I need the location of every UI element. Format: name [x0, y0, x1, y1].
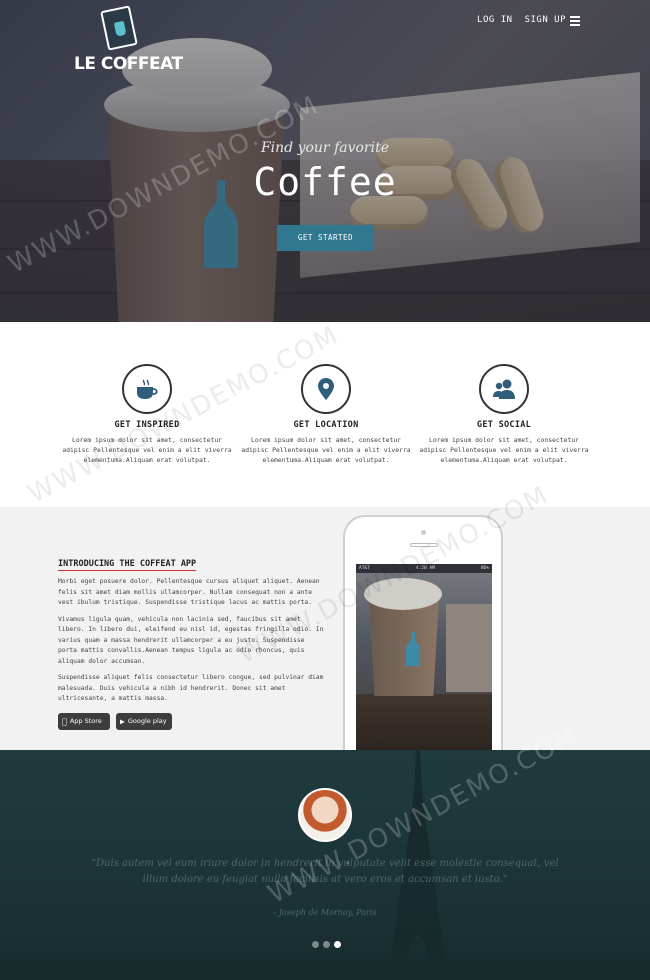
- feature-social: GET SOCIAL Lorem ipsum dolor sit amet, c…: [409, 364, 599, 465]
- testimonial-author: - Joseph de Mornay, Paris: [273, 908, 377, 917]
- phone-status-bar: AT&T 4:20 AM 86%: [356, 564, 492, 573]
- carousel-dot[interactable]: [312, 941, 319, 948]
- feature-description: Lorem ipsum dolor sit amet, consectetur …: [419, 436, 589, 464]
- hero-section: LE COFFEAT LOG IN SIGN UP Find your favo…: [0, 0, 650, 322]
- top-navigation: LOG IN SIGN UP: [477, 15, 582, 25]
- app-paragraph: Suspendisse aliquet felis consectetur li…: [58, 674, 324, 702]
- brand-logo-text: LE COFFEAT: [74, 54, 183, 74]
- testimonial-avatar: [298, 788, 352, 842]
- testimonial-section: "Duis autem vel eum iriure dolor in hend…: [0, 750, 650, 980]
- phone-mockup: AT&T 4:20 AM 86%: [343, 515, 503, 750]
- coffee-cup-icon: [137, 379, 158, 399]
- feature-description: Lorem ipsum dolor sit amet, consectetur …: [62, 436, 232, 464]
- phone-cup-lid: [364, 578, 442, 610]
- phone-screen: AT&T 4:20 AM 86%: [356, 564, 492, 750]
- feature-title: GET LOCATION: [293, 420, 359, 430]
- phone-camera: [421, 530, 426, 535]
- hero-title: Coffee: [253, 160, 397, 204]
- app-store-button[interactable]:  App Store: [58, 712, 110, 730]
- feature-icon-circle: [301, 364, 351, 414]
- phone-carrier: AT&T: [359, 566, 370, 571]
- feature-icon-circle: [479, 364, 529, 414]
- carousel-dot-active[interactable]: [334, 941, 341, 948]
- phone-pastry-box: [446, 604, 492, 692]
- signup-link[interactable]: SIGN UP: [525, 15, 566, 25]
- store-badges:  App Store ▶ Google play: [58, 712, 326, 730]
- phone-battery: 86%: [480, 566, 489, 571]
- feature-location: GET LOCATION Lorem ipsum dolor sit amet,…: [231, 364, 421, 465]
- phone-speaker: [410, 543, 438, 547]
- coffee-badge-icon: [100, 5, 138, 51]
- google-play-button[interactable]: ▶ Google play: [116, 712, 172, 730]
- phone-time: 4:20 AM: [415, 566, 435, 571]
- location-pin-icon: [318, 378, 334, 400]
- feature-inspired: GET INSPIRED Lorem ipsum dolor sit amet,…: [52, 364, 242, 465]
- feature-title: GET INSPIRED: [114, 420, 180, 430]
- city-skyline: [0, 920, 650, 980]
- app-section-title: INTRODUCING THE COFFEAT APP: [58, 559, 197, 571]
- hamburger-menu-icon[interactable]: [570, 16, 580, 26]
- carousel-dots: [312, 941, 341, 948]
- features-section: GET INSPIRED Lorem ipsum dolor sit amet,…: [0, 322, 650, 507]
- get-started-button[interactable]: GET STARTED: [277, 225, 374, 251]
- phone-cup-body: [369, 596, 439, 696]
- hero-subtitle: Find your favorite: [260, 140, 390, 156]
- feature-icon-circle: [122, 364, 172, 414]
- app-paragraph: Vivamus ligula quam, vehicula non lacini…: [58, 615, 324, 665]
- testimonial-quote: "Duis autem vel eum iriure dolor in hend…: [91, 858, 559, 885]
- apple-icon: : [62, 717, 67, 726]
- users-icon: [493, 379, 515, 399]
- app-section: INTRODUCING THE COFFEAT APP Morbi eget p…: [0, 507, 650, 750]
- app-intro: INTRODUCING THE COFFEAT APP Morbi eget p…: [58, 551, 326, 730]
- feature-title: GET SOCIAL: [476, 420, 532, 430]
- blue-bottle-logo-icon: [406, 632, 420, 666]
- feature-description: Lorem ipsum dolor sit amet, consectetur …: [241, 436, 411, 464]
- brand-logo[interactable]: LE COFFEAT: [74, 5, 183, 74]
- phone-table: [356, 694, 492, 750]
- play-icon: ▶: [120, 716, 125, 726]
- login-link[interactable]: LOG IN: [477, 15, 513, 25]
- carousel-dot[interactable]: [323, 941, 330, 948]
- app-paragraph: Morbi eget posuere dolor. Pellentesque c…: [58, 578, 320, 606]
